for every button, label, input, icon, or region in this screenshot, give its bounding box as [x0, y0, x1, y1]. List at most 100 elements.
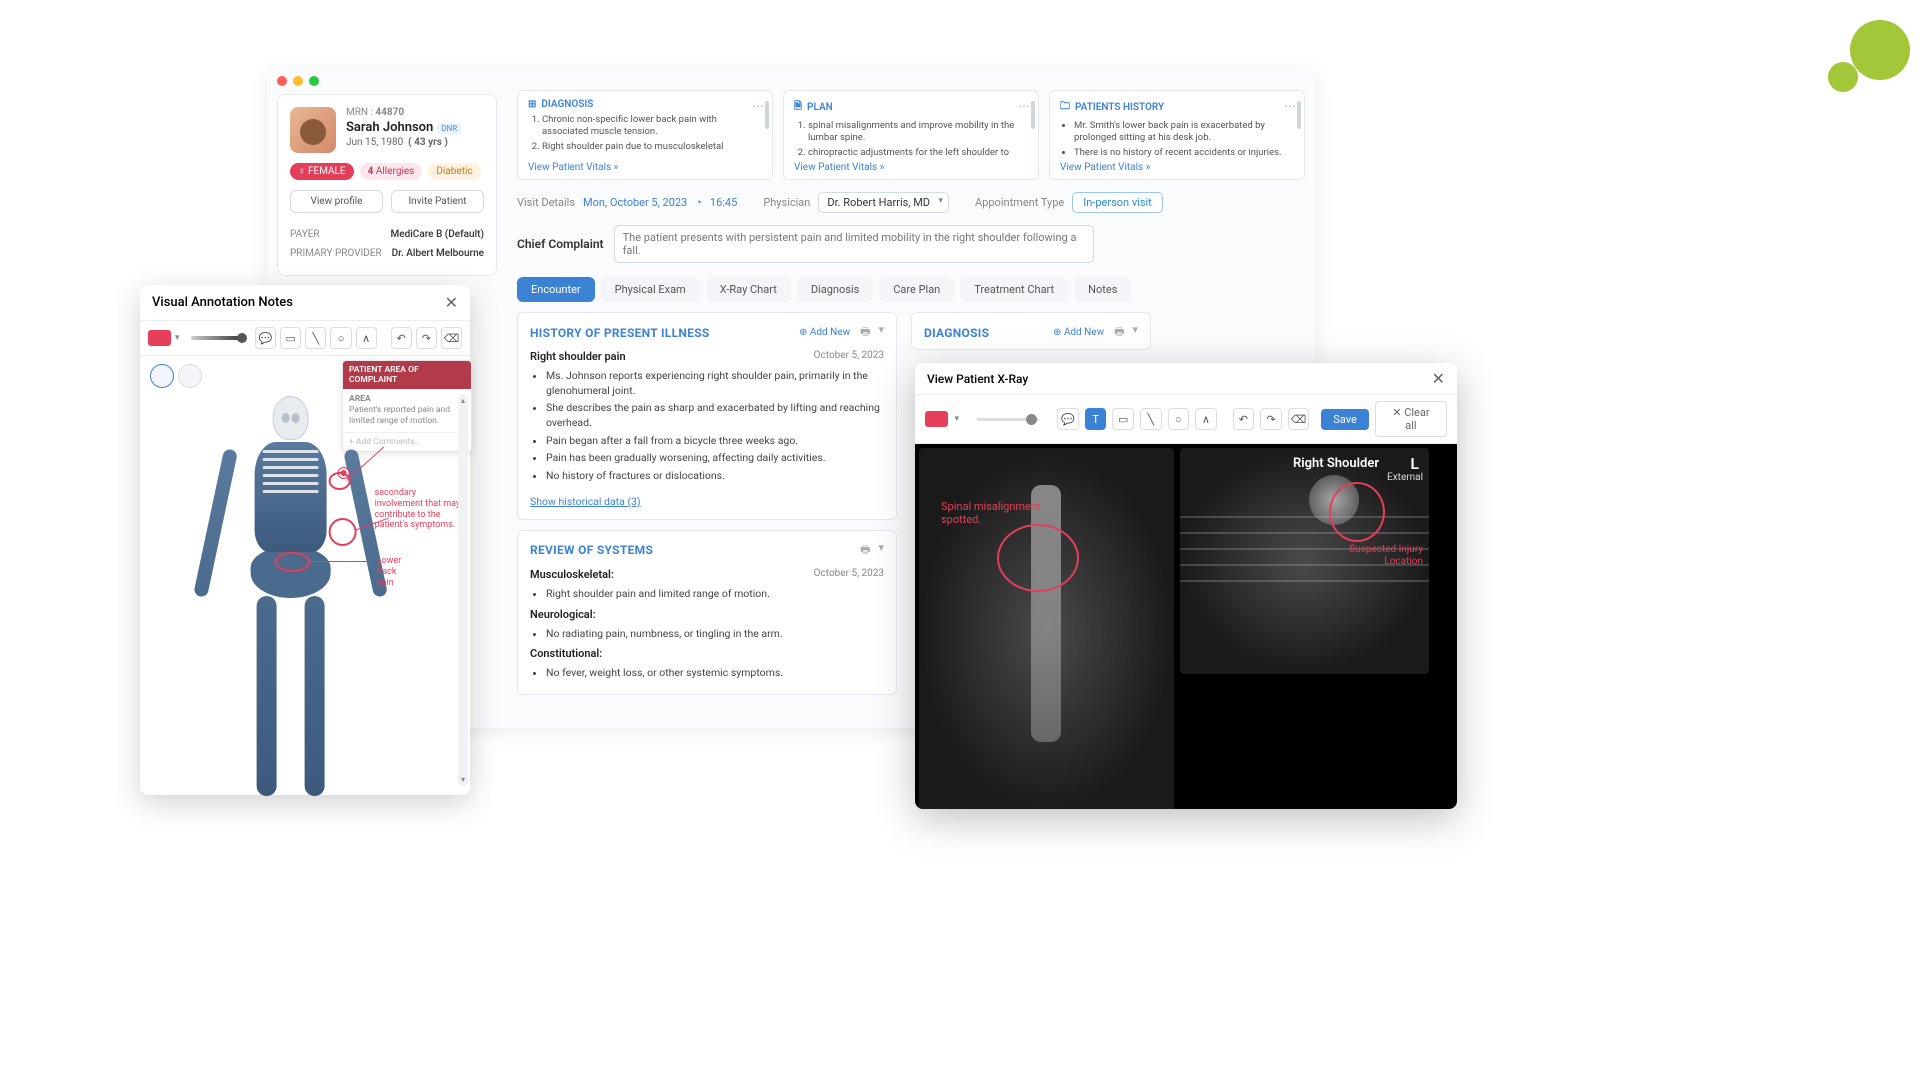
line-tool-icon[interactable]: ╲	[305, 327, 326, 349]
patient-card: MRN : 44870 Sarah JohnsonDNR Jun 15, 198…	[277, 94, 497, 276]
thickness-slider[interactable]	[191, 336, 243, 340]
ros-date: October 5, 2023	[814, 568, 884, 581]
view-profile-button[interactable]: View profile	[290, 190, 383, 213]
comment-tool-icon[interactable]: 💬	[255, 327, 276, 349]
tab-notes[interactable]: Notes	[1074, 277, 1131, 302]
hpi-date: October 5, 2023	[814, 350, 884, 363]
xray-side-sub: External	[1387, 472, 1423, 483]
skeletal-view-toggle[interactable]	[178, 364, 202, 388]
text-tool-icon[interactable]: T	[1085, 408, 1107, 430]
close-icon[interactable]: ✕	[445, 293, 458, 312]
angle-tool-icon[interactable]: ∧	[356, 327, 377, 349]
card-menu-icon[interactable]: ⋯	[752, 99, 764, 113]
appt-type-chip[interactable]: In-person visit	[1072, 192, 1163, 213]
card-menu-icon[interactable]: ⋯	[1018, 99, 1030, 113]
print-icon[interactable]: 🖶	[860, 323, 870, 342]
hist-item: There is no history of recent accidents …	[1074, 147, 1294, 159]
xray-canvas[interactable]: Spinal misalignment spotted. Right Shoul…	[915, 444, 1457, 809]
card-scrollbar[interactable]	[764, 101, 770, 151]
eraser-icon[interactable]: ⌫	[1288, 408, 1310, 430]
visit-date: Mon, October 5, 2023	[583, 196, 687, 209]
invite-patient-button[interactable]: Invite Patient	[391, 190, 484, 213]
circle-tool-icon[interactable]: ○	[1168, 408, 1190, 430]
encounter-tabs: Encounter Physical Exam X-Ray Chart Diag…	[517, 277, 1305, 302]
print-icon[interactable]: 🖶	[1114, 323, 1124, 342]
mrn-label: MRN :	[346, 107, 373, 118]
hpi-card: HISTORY OF PRESENT ILLNESS ⊕ Add New 🖶▾ …	[517, 312, 897, 520]
rect-tool-icon[interactable]: ▭	[280, 327, 301, 349]
patient-age: ( 43 yrs )	[408, 137, 448, 148]
ros-card: REVIEW OF SYSTEMS 🖶▾ Musculoskeletal:Oct…	[517, 530, 897, 695]
view-vitals-link[interactable]: View Patient Vitals »	[528, 162, 618, 173]
physician-select[interactable]: Dr. Robert Harris, MD	[818, 192, 949, 213]
comment-tool-icon[interactable]: 💬	[1057, 408, 1079, 430]
plan-item: chiropractic adjustments for the left sh…	[808, 147, 1028, 160]
print-icon[interactable]: 🖶	[860, 541, 870, 560]
body-diagram[interactable]: secondary involvement that may contribut…	[201, 396, 381, 836]
window-titlebar	[267, 68, 1315, 84]
xray-spine-image[interactable]: Spinal misalignment spotted.	[919, 448, 1174, 809]
physician-label: Physician	[763, 196, 810, 209]
card-scrollbar[interactable]	[1030, 101, 1036, 151]
tab-care-plan[interactable]: Care Plan	[879, 277, 954, 302]
shoulder-annotation[interactable]	[329, 472, 351, 490]
color-dropdown-icon[interactable]: ▾	[175, 333, 180, 343]
annotation-title: Visual Annotation Notes	[152, 295, 293, 310]
color-picker[interactable]	[925, 411, 948, 427]
close-icon[interactable]: ✕	[1432, 369, 1445, 388]
rect-tool-icon[interactable]: ▭	[1112, 408, 1134, 430]
save-button[interactable]: Save	[1321, 409, 1369, 430]
chevron-down-icon[interactable]: ▾	[878, 323, 884, 342]
circle-tool-icon[interactable]: ○	[330, 327, 351, 349]
color-dropdown-icon[interactable]: ▾	[954, 414, 959, 424]
tab-xray-chart[interactable]: X-Ray Chart	[706, 277, 791, 302]
allergy-badge[interactable]: 4 Allergies	[360, 163, 423, 180]
xray-shoulder-annotation[interactable]	[1329, 482, 1385, 542]
tab-treatment-chart[interactable]: Treatment Chart	[960, 277, 1068, 302]
line-tool-icon[interactable]: ╲	[1140, 408, 1162, 430]
card-scrollbar[interactable]	[1296, 101, 1302, 151]
ros-const-h: Constitutional:	[530, 647, 884, 660]
card-menu-icon[interactable]: ⋯	[1284, 99, 1296, 113]
redo-icon[interactable]: ↷	[1260, 408, 1282, 430]
clear-all-button[interactable]: ✕ Clear all	[1375, 401, 1447, 437]
tab-diagnosis[interactable]: Diagnosis	[797, 277, 873, 302]
hpi-subject: Right shoulder pain	[530, 350, 626, 363]
tab-physical-exam[interactable]: Physical Exam	[601, 277, 700, 302]
view-vitals-link[interactable]: View Patient Vitals »	[794, 162, 884, 173]
plan-card: ⋯ 🗎PLAN spinal misalignments and improve…	[783, 90, 1039, 180]
xray-spine-annotation[interactable]	[997, 524, 1079, 592]
eraser-icon[interactable]: ⌫	[441, 327, 462, 349]
annotation-scrollbar[interactable]: ▴ ▾	[458, 394, 468, 786]
chief-complaint-input[interactable]: The patient presents with persistent pai…	[614, 225, 1094, 263]
plan-item: spinal misalignments and improve mobilit…	[808, 120, 1028, 145]
chevron-down-icon[interactable]: ▾	[878, 541, 884, 560]
diag-item: Chronic non-specific lower back pain wit…	[542, 114, 762, 139]
color-picker[interactable]	[148, 330, 171, 346]
undo-icon[interactable]: ↶	[391, 327, 412, 349]
undo-icon[interactable]: ↶	[1233, 408, 1255, 430]
scroll-up-icon[interactable]: ▴	[458, 394, 468, 407]
appt-label: Appointment Type	[975, 196, 1064, 209]
card-title: PLAN	[807, 102, 833, 113]
tab-encounter[interactable]: Encounter	[517, 277, 595, 302]
provider-value: Dr. Albert Melbourne	[392, 248, 484, 259]
chevron-down-icon[interactable]: ▾	[1132, 323, 1138, 342]
annotation-label: secondary involvement that may contribut…	[375, 488, 463, 531]
add-new-button[interactable]: ⊕ Add New	[1053, 327, 1104, 338]
annotation-connector	[311, 561, 373, 562]
add-new-button[interactable]: ⊕ Add New	[799, 327, 850, 338]
arm-annotation[interactable]	[329, 518, 357, 546]
visit-label: Visit Details	[517, 196, 575, 209]
show-historical-link[interactable]: Show historical data (3)	[530, 495, 641, 508]
angle-tool-icon[interactable]: ∧	[1195, 408, 1217, 430]
redo-icon[interactable]: ↷	[416, 327, 437, 349]
anterior-view-toggle[interactable]	[150, 364, 174, 388]
thickness-slider[interactable]	[977, 418, 1040, 421]
back-annotation[interactable]	[275, 552, 311, 572]
xray-shoulder-image[interactable]: Right Shoulder L External Suspected Inju…	[1180, 448, 1429, 674]
history-card: ⋯ 🗀PATIENTS HISTORY Mr. Smith's lower ba…	[1049, 90, 1305, 180]
dnr-badge: DNR	[437, 123, 461, 134]
view-vitals-link[interactable]: View Patient Vitals »	[1060, 162, 1150, 173]
scroll-down-icon[interactable]: ▾	[458, 773, 468, 786]
